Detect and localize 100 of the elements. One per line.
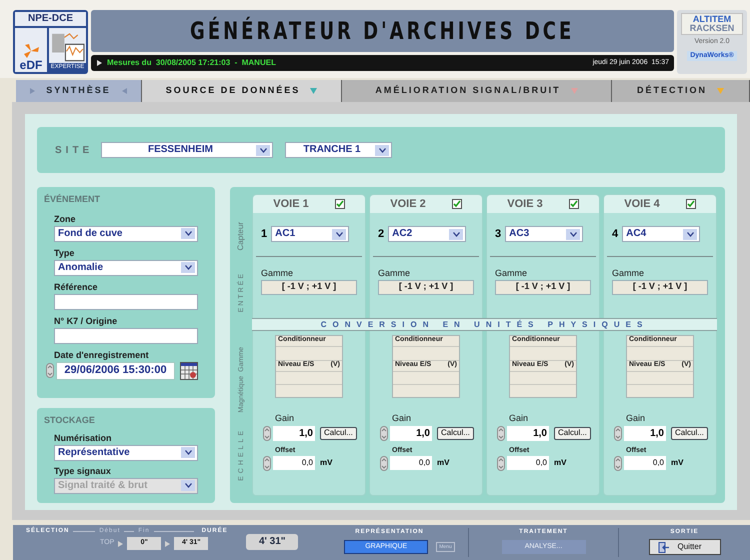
tab[interactable]: DÉTECTION (612, 80, 750, 102)
dropdown-field[interactable]: AC1 (271, 226, 350, 242)
flower-icon (21, 43, 41, 59)
spinner-icon[interactable] (263, 426, 271, 440)
duration-value: 4' 31" (246, 534, 298, 550)
gain-field[interactable]: 1,0 (507, 426, 549, 440)
channel-checkbox[interactable] (568, 199, 579, 209)
channel-checkbox[interactable] (334, 199, 345, 209)
spinner-icon[interactable] (380, 456, 388, 470)
channel-title: VOIE 2 (390, 196, 426, 212)
input-field[interactable] (54, 294, 198, 310)
arrow-icon (117, 540, 124, 548)
datetime-field[interactable]: 29/06/2006 15:30:00 (56, 362, 175, 380)
calculate-button[interactable]: Calcul... (437, 426, 474, 440)
field-label: Numérisation (54, 434, 113, 442)
dropdown-field[interactable]: FESSENHEIM (101, 142, 273, 158)
field-label: Gamme (261, 268, 294, 278)
gain-field[interactable]: 1,0 (624, 426, 666, 440)
field-label: N° K7 / Origine (54, 316, 118, 326)
brand-name: RACKSEN (690, 24, 734, 33)
dropdown-caret-icon[interactable] (181, 447, 195, 458)
channel-checkbox[interactable] (686, 199, 696, 209)
calendar-icon[interactable] (180, 362, 198, 380)
spinner-icon[interactable] (46, 363, 54, 378)
channel-title: VOIE 3 (507, 196, 543, 212)
offset-field[interactable]: 0,0 (507, 456, 549, 470)
calculate-button[interactable]: Calcul... (671, 426, 708, 440)
spinner-icon[interactable] (614, 426, 622, 440)
field-label: Gain (275, 414, 296, 422)
dropdown-caret-icon[interactable] (332, 228, 346, 240)
dropdown-caret-icon[interactable] (181, 228, 195, 239)
unit-label: mV (671, 457, 684, 469)
section-banner: CONVERSION EN UNITÉS PHYSIQUES (252, 318, 717, 331)
gain-field[interactable]: 1,0 (390, 426, 432, 440)
offset-field[interactable]: 0,0 (273, 456, 315, 470)
dropdown-field[interactable]: Fond de cuve (54, 226, 198, 242)
channel-checkbox[interactable] (452, 199, 462, 209)
play-icon (96, 59, 103, 67)
gain-field[interactable]: 1,0 (273, 426, 315, 440)
dropdown-caret-icon[interactable] (683, 228, 698, 240)
field-label: Type signaux (54, 466, 112, 476)
channel-title: VOIE 4 (624, 196, 660, 212)
tab[interactable]: SYNTHÈSE (16, 80, 142, 102)
tab[interactable]: SOURCE DE DONNÉES (142, 80, 342, 102)
field-label: Date d'enregistrement (54, 350, 150, 360)
brand-name: ALTITEM (692, 15, 732, 24)
spinner-icon[interactable] (497, 426, 505, 440)
dropdown-caret-icon[interactable] (566, 228, 580, 240)
dropdown-field[interactable]: Représentative (54, 444, 198, 460)
channel-number: 2 (378, 227, 384, 242)
dropdown-field[interactable]: AC4 (622, 226, 700, 242)
arrow-icon (29, 87, 36, 95)
section-title: ÉVÉNEMENT (44, 193, 102, 206)
channel-number: 3 (495, 227, 502, 242)
logo-brand: eDF (20, 59, 42, 71)
channel-title: VOIE 1 (273, 196, 309, 212)
arrow-icon (164, 540, 172, 548)
dropdown-caret-icon[interactable] (449, 228, 464, 240)
dropdown-caret-icon[interactable] (256, 144, 270, 156)
calculate-button[interactable]: Calcul... (554, 426, 591, 440)
side-label: Capteur (237, 222, 245, 250)
exit-door-icon (658, 542, 670, 552)
channel-number: 1 (261, 227, 268, 242)
spinner-icon[interactable] (263, 456, 271, 470)
unit-label: mV (554, 457, 566, 469)
dropdown-caret-icon[interactable] (375, 144, 389, 156)
app-title: GÉNÉRATEUR D'ARCHIVES DCE (190, 16, 575, 47)
offset-field[interactable]: 0,0 (390, 456, 432, 470)
channel-number: 4 (612, 227, 618, 242)
field-label: Gamme (612, 268, 646, 278)
dropdown-field[interactable]: AC3 (505, 226, 584, 242)
dropdown-caret-icon[interactable] (181, 262, 195, 273)
field-label: Gamme (378, 268, 412, 278)
unit-label: mV (320, 457, 332, 469)
spinner-icon[interactable] (497, 456, 505, 470)
spinner-icon[interactable] (614, 456, 622, 470)
dropdown-field[interactable]: AC2 (388, 226, 466, 242)
calculate-button[interactable]: Calcul... (320, 426, 357, 440)
unit-label: mV (437, 457, 450, 469)
field-label: Type (54, 248, 76, 258)
field-label: Gamme (495, 268, 528, 278)
field-label: Gain (626, 414, 646, 422)
dropdown-field[interactable]: TRANCHE 1 (285, 142, 392, 158)
tab[interactable]: AMÉLIORATION SIGNAL/BRUIT (342, 80, 612, 102)
offset-field[interactable]: 0,0 (624, 456, 666, 470)
range-field: [ -1 V ; +1 V ] (612, 280, 708, 294)
spinner-icon[interactable] (380, 426, 388, 440)
field-label: Gain (509, 414, 530, 422)
status-text: Mesures du 30/08/2005 17:21:03 - MANUEL (107, 57, 277, 69)
input-field[interactable] (54, 328, 198, 344)
range-field: [ -1 V ; +1 V ] (495, 280, 591, 294)
range-field: [ -1 V ; +1 V ] (261, 280, 357, 294)
field-label: Zone (54, 214, 76, 224)
logo-title: NPE-DCE (15, 12, 86, 26)
section-title: STOCKAGE (44, 414, 96, 427)
dropdown-field[interactable]: Anomalie (54, 260, 198, 276)
range-field: [ -1 V ; +1 V ] (378, 280, 474, 294)
quit-button[interactable]: Quitter (648, 539, 720, 555)
field-label: Gain (392, 414, 412, 422)
field-label: Référence (54, 282, 99, 292)
